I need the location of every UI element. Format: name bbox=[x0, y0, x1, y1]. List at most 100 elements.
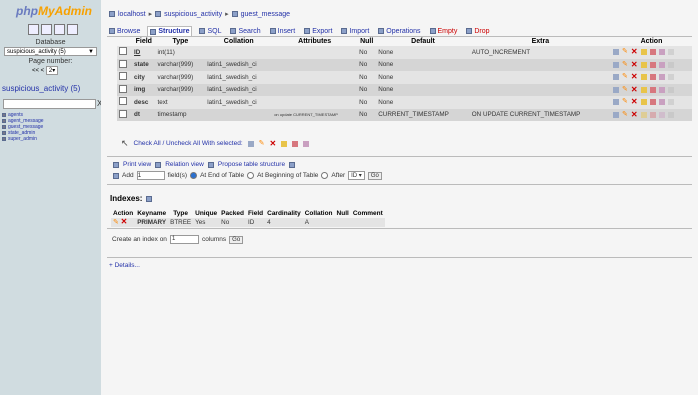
index-selected-icon[interactable] bbox=[303, 140, 310, 147]
row-checkbox[interactable] bbox=[119, 59, 127, 68]
row-checkbox[interactable] bbox=[119, 47, 127, 56]
at-beginning-radio[interactable] bbox=[247, 172, 255, 179]
unique-icon[interactable] bbox=[649, 99, 656, 106]
home-icon[interactable] bbox=[28, 24, 39, 35]
unique-icon[interactable] bbox=[649, 49, 656, 56]
tab-import[interactable]: Import bbox=[339, 26, 371, 36]
fulltext-icon[interactable] bbox=[667, 99, 674, 106]
table-filter-input[interactable] bbox=[3, 99, 96, 109]
help-icon[interactable] bbox=[146, 195, 153, 202]
breadcrumb-server[interactable]: localhost bbox=[118, 11, 146, 18]
field-default: None bbox=[376, 58, 470, 71]
details-link[interactable]: + Details... bbox=[109, 262, 140, 269]
primary-key-icon[interactable] bbox=[640, 61, 647, 68]
browse-selected-icon[interactable] bbox=[247, 140, 254, 147]
tab-sql[interactable]: SQL bbox=[197, 26, 223, 36]
primary-key-icon[interactable] bbox=[640, 111, 647, 118]
edit-selected-icon[interactable]: ✎ bbox=[259, 140, 265, 147]
after-radio[interactable] bbox=[321, 172, 329, 179]
row-checkbox[interactable] bbox=[119, 84, 127, 93]
browse-icon[interactable] bbox=[612, 49, 619, 56]
unique-icon[interactable] bbox=[649, 111, 656, 118]
primary-key-icon[interactable] bbox=[640, 99, 647, 106]
drop-icon[interactable]: ✕ bbox=[631, 60, 638, 68]
tab-browse[interactable]: Browse bbox=[107, 26, 142, 36]
table-icon bbox=[2, 131, 6, 135]
primary-key-icon[interactable] bbox=[640, 86, 647, 93]
edit-icon[interactable]: ✎ bbox=[622, 111, 628, 118]
fulltext-icon[interactable] bbox=[667, 61, 674, 68]
field-count-input[interactable]: 1 bbox=[136, 171, 165, 180]
fulltext-icon[interactable] bbox=[667, 111, 674, 118]
edit-icon[interactable]: ✎ bbox=[622, 86, 628, 93]
tab-search[interactable]: Search bbox=[228, 26, 262, 36]
field-null: No bbox=[357, 108, 377, 121]
browse-icon[interactable] bbox=[612, 74, 619, 81]
unique-icon[interactable] bbox=[649, 86, 656, 93]
browse-icon[interactable] bbox=[612, 61, 619, 68]
row-checkbox[interactable] bbox=[119, 97, 127, 106]
primary-selected-icon[interactable] bbox=[281, 140, 288, 147]
create-index-columns-input[interactable]: 1 bbox=[169, 235, 199, 244]
browse-icon[interactable] bbox=[612, 86, 619, 93]
edit-icon[interactable]: ✎ bbox=[113, 219, 119, 226]
browse-icon[interactable] bbox=[612, 99, 619, 106]
at-end-radio[interactable] bbox=[190, 172, 198, 179]
index-icon[interactable] bbox=[658, 74, 665, 81]
row-checkbox[interactable] bbox=[119, 109, 127, 118]
fulltext-icon[interactable] bbox=[667, 74, 674, 81]
page-selector[interactable]: << < 2▾ bbox=[32, 66, 59, 75]
add-label: Add bbox=[122, 172, 134, 179]
edit-icon[interactable]: ✎ bbox=[622, 73, 628, 80]
edit-icon[interactable]: ✎ bbox=[622, 98, 628, 105]
print-view-link[interactable]: Print view bbox=[123, 161, 151, 168]
tab-structure[interactable]: Structure bbox=[147, 26, 193, 36]
drop-icon[interactable]: ✕ bbox=[631, 98, 638, 106]
breadcrumb-table[interactable]: guest_message bbox=[241, 11, 290, 18]
row-checkbox[interactable] bbox=[119, 72, 127, 81]
edit-icon[interactable]: ✎ bbox=[622, 48, 628, 55]
database-title-link[interactable]: suspicious_activity (5) bbox=[2, 84, 80, 93]
column-header: Action bbox=[640, 38, 663, 45]
create-index-go-button[interactable]: Go bbox=[229, 235, 244, 244]
unique-selected-icon[interactable] bbox=[292, 140, 299, 147]
drop-icon[interactable]: ✕ bbox=[631, 73, 638, 81]
tab-insert[interactable]: Insert bbox=[268, 26, 298, 36]
drop-icon[interactable]: ✕ bbox=[631, 110, 638, 118]
phpmyadmin-logo[interactable]: phpMyAdmin bbox=[16, 4, 92, 18]
drop-selected-icon[interactable]: ✕ bbox=[270, 139, 277, 147]
unique-icon[interactable] bbox=[649, 74, 656, 81]
after-field-select[interactable]: ID ▾ bbox=[348, 171, 365, 180]
unique-icon[interactable] bbox=[649, 61, 656, 68]
check-all-link[interactable]: Check All / Uncheck All With selected: bbox=[134, 140, 243, 147]
index-icon[interactable] bbox=[658, 61, 665, 68]
drop-icon[interactable]: ✕ bbox=[631, 48, 638, 56]
relation-view-link[interactable]: Relation view bbox=[165, 161, 204, 168]
fulltext-icon[interactable] bbox=[667, 49, 674, 56]
docs-icon[interactable] bbox=[54, 24, 65, 35]
index-icon[interactable] bbox=[658, 111, 665, 118]
breadcrumb-database[interactable]: suspicious_activity bbox=[164, 11, 222, 18]
drop-icon[interactable]: ✕ bbox=[121, 218, 128, 226]
help-icon[interactable] bbox=[67, 24, 78, 35]
primary-key-icon[interactable] bbox=[640, 74, 647, 81]
table-list-item[interactable]: super_admin bbox=[2, 136, 44, 142]
tab-empty[interactable]: Empty bbox=[428, 26, 460, 36]
tab-operations[interactable]: Operations bbox=[376, 26, 422, 36]
edit-icon[interactable]: ✎ bbox=[622, 61, 628, 68]
browse-icon[interactable] bbox=[612, 111, 619, 118]
help-icon[interactable] bbox=[289, 161, 296, 168]
index-icon[interactable] bbox=[658, 86, 665, 93]
index-packed: No bbox=[219, 218, 246, 227]
sql-query-icon[interactable] bbox=[41, 24, 52, 35]
index-icon[interactable] bbox=[658, 49, 665, 56]
propose-structure-link[interactable]: Propose table structure bbox=[218, 161, 285, 168]
index-icon[interactable] bbox=[658, 99, 665, 106]
database-select[interactable]: suspicious_activity (5) ▼ bbox=[4, 47, 97, 56]
add-go-button[interactable]: Go bbox=[367, 171, 382, 180]
tab-export[interactable]: Export bbox=[302, 26, 334, 36]
tab-drop[interactable]: Drop bbox=[464, 26, 491, 36]
drop-icon[interactable]: ✕ bbox=[631, 85, 638, 93]
fulltext-icon[interactable] bbox=[667, 86, 674, 93]
primary-key-icon[interactable] bbox=[640, 49, 647, 56]
